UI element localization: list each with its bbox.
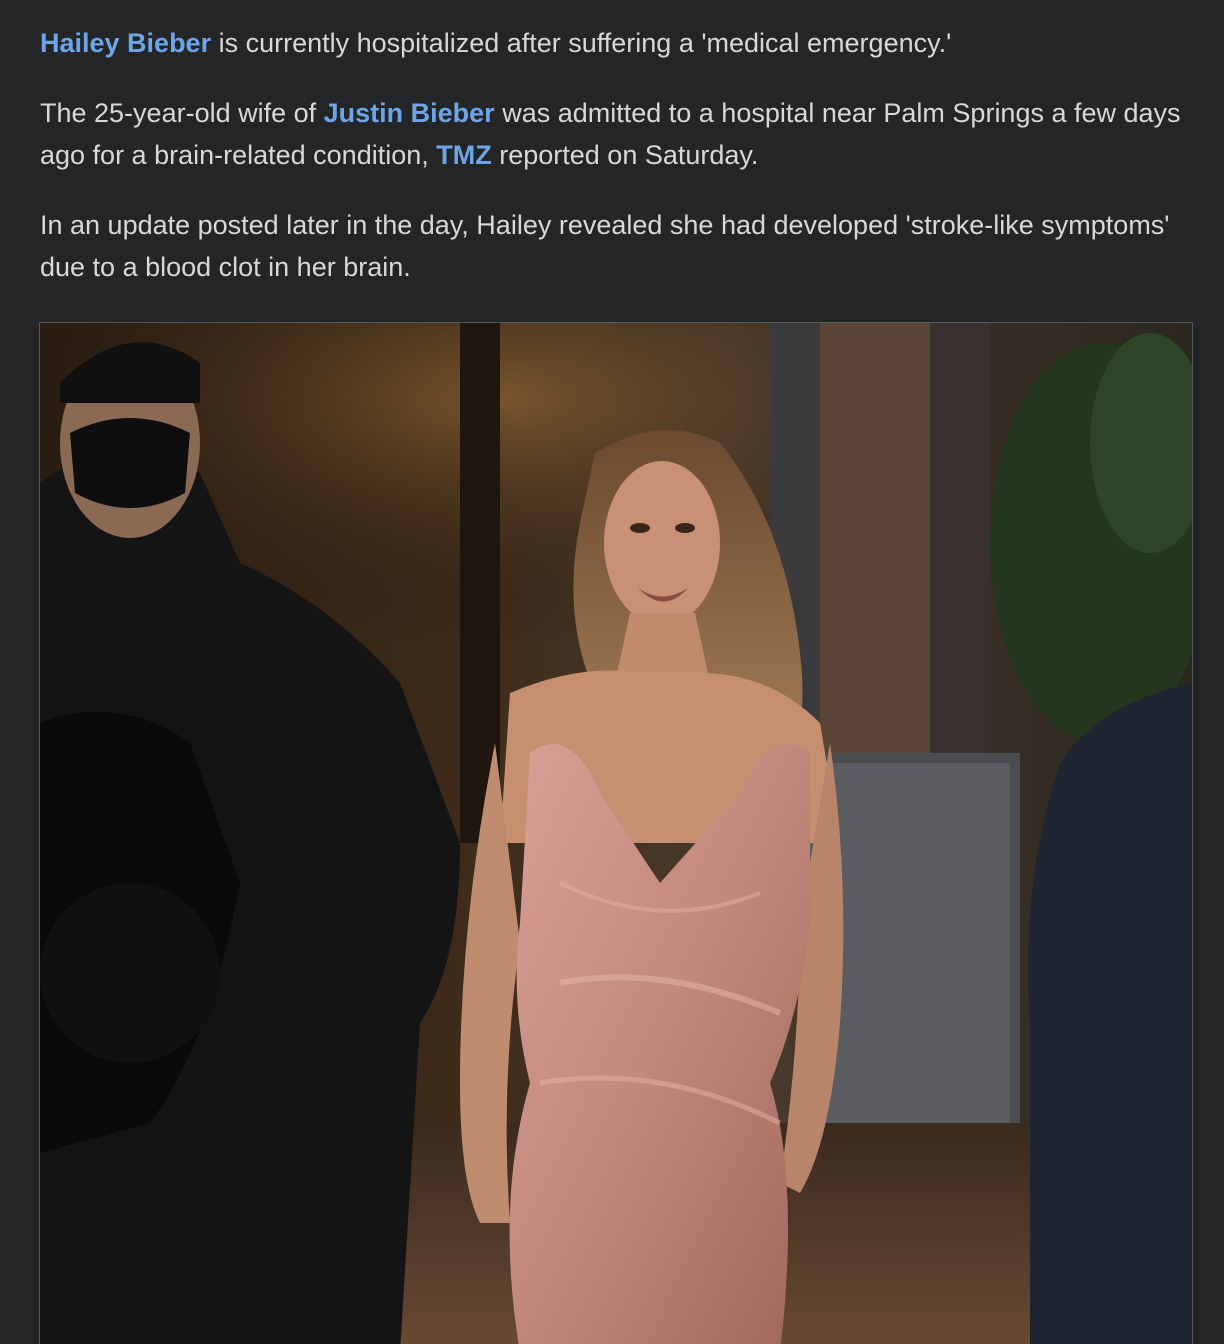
paragraph-3: In an update posted later in the day, Ha…	[40, 204, 1190, 288]
link-justin-bieber[interactable]: Justin Bieber	[324, 98, 495, 128]
link-tmz[interactable]: TMZ	[436, 140, 491, 170]
paragraph-1: Hailey Bieber is currently hospitalized …	[40, 22, 1190, 64]
article-body: Hailey Bieber is currently hospitalized …	[40, 22, 1190, 316]
paragraph-1-text: is currently hospitalized after sufferin…	[211, 28, 952, 58]
paragraph-2: The 25-year-old wife of Justin Bieber wa…	[40, 92, 1190, 176]
paragraph-3-text: In an update posted later in the day, Ha…	[40, 210, 1170, 282]
photo-illustration	[40, 323, 1192, 1344]
article-photo[interactable]	[39, 322, 1193, 1344]
paragraph-2-text-c: reported on Saturday.	[491, 140, 759, 170]
link-hailey-bieber[interactable]: Hailey Bieber	[40, 28, 211, 58]
paragraph-2-text-a: The 25-year-old wife of	[40, 98, 324, 128]
